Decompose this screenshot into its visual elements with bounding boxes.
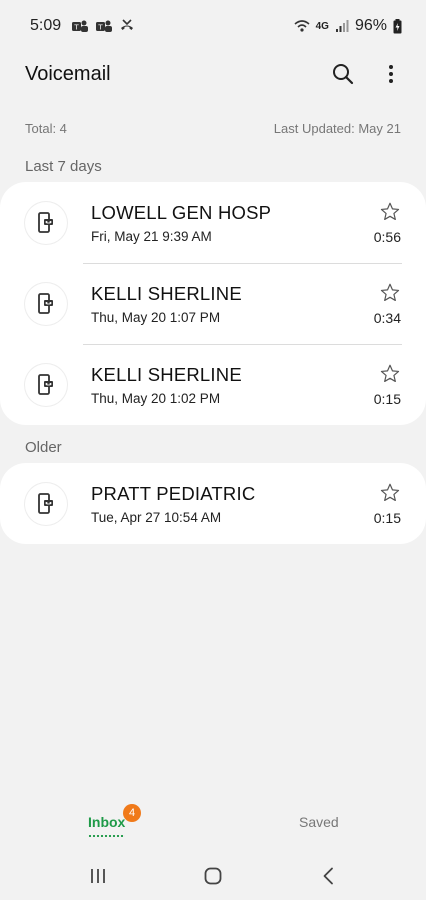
system-nav-bar	[0, 852, 426, 900]
inbox-count-badge: 4	[123, 804, 141, 822]
voicemail-phone-icon	[25, 282, 67, 325]
total-count: Total: 4	[25, 121, 67, 136]
status-bar: 5:09 T T 4G 96%	[0, 0, 426, 52]
star-icon[interactable]	[379, 482, 401, 504]
voicemail-item[interactable]: KELLI SHERLINE Thu, May 20 1:07 PM 0:34	[0, 263, 426, 344]
battery-charging-icon	[393, 18, 402, 34]
last-updated: Last Updated: May 21	[273, 121, 401, 136]
caller-name: KELLI SHERLINE	[91, 282, 242, 304]
svg-text:T: T	[74, 24, 80, 32]
older-voicemail-card: PRATT PEDIATRIC Tue, Apr 27 10:54 AM 0:1…	[0, 463, 426, 544]
bottom-tabs: Inbox Saved	[0, 808, 426, 848]
voicemail-text: LOWELL GEN HOSP Fri, May 21 9:39 AM	[91, 202, 271, 244]
voicemail-item[interactable]: LOWELL GEN HOSP Fri, May 21 9:39 AM 0:56	[0, 182, 426, 263]
signal-icon	[335, 19, 349, 33]
status-right: 4G 96%	[294, 17, 402, 35]
voicemail-duration: 0:34	[373, 309, 401, 326]
voicemail-item[interactable]: PRATT PEDIATRIC Tue, Apr 27 10:54 AM 0:1…	[0, 463, 426, 544]
star-icon[interactable]	[379, 282, 401, 304]
voicemail-meta: 0:15	[374, 363, 401, 407]
voicemail-meta: 0:34	[374, 282, 401, 326]
voicemail-phone-icon	[25, 201, 67, 244]
caller-name: KELLI SHERLINE	[91, 363, 242, 385]
voicemail-duration: 0:56	[373, 228, 401, 245]
voicemail-phone-icon	[25, 363, 67, 406]
tab-saved[interactable]: Saved	[299, 814, 339, 830]
status-left: 5:09 T T	[30, 17, 135, 35]
battery-percent: 96%	[354, 17, 387, 34]
star-icon[interactable]	[379, 363, 401, 385]
search-icon[interactable]	[330, 61, 356, 87]
back-icon[interactable]	[315, 863, 341, 889]
voicemail-meta: 0:15	[374, 482, 401, 526]
teams-icon: T	[95, 19, 113, 33]
network-type-label: 4G	[315, 20, 329, 32]
section-label-older: Older	[25, 439, 62, 456]
caller-name: LOWELL GEN HOSP	[91, 201, 272, 223]
teams-icon: T	[71, 19, 89, 33]
recent-apps-icon[interactable]	[85, 863, 111, 889]
recent-voicemail-card: LOWELL GEN HOSP Fri, May 21 9:39 AM 0:56…	[0, 182, 426, 425]
voicemail-date: Thu, May 20 1:02 PM	[91, 390, 221, 406]
header-actions	[330, 61, 404, 87]
voicemail-date: Tue, Apr 27 10:54 AM	[91, 509, 222, 525]
tab-inbox[interactable]: Inbox	[88, 814, 126, 837]
voicemail-text: KELLI SHERLINE Thu, May 20 1:07 PM	[91, 283, 242, 325]
wifi-calling-icon	[294, 19, 310, 33]
voicemail-meta: 0:56	[374, 201, 401, 245]
voicemail-duration: 0:15	[373, 509, 401, 526]
voicemail-item[interactable]: KELLI SHERLINE Thu, May 20 1:02 PM 0:15	[0, 344, 426, 425]
voicemail-phone-icon	[25, 482, 67, 525]
app-header: Voicemail	[0, 52, 426, 96]
tab-inbox-label: Inbox	[88, 814, 126, 830]
status-time: 5:09	[30, 17, 62, 34]
caller-name: PRATT PEDIATRIC	[91, 482, 256, 504]
tab-inbox-indicator	[88, 835, 126, 837]
more-vert-icon[interactable]	[378, 61, 404, 87]
voicemail-text: PRATT PEDIATRIC Tue, Apr 27 10:54 AM	[91, 483, 255, 525]
section-label-recent: Last 7 days	[25, 158, 102, 175]
voicemail-date: Thu, May 20 1:07 PM	[91, 309, 221, 325]
svg-text:T: T	[98, 24, 104, 32]
page-title: Voicemail	[25, 62, 111, 85]
summary-row: Total: 4 Last Updated: May 21	[0, 121, 426, 136]
voicemail-text: KELLI SHERLINE Thu, May 20 1:02 PM	[91, 364, 242, 406]
home-icon[interactable]	[200, 863, 226, 889]
voicemail-duration: 0:15	[373, 390, 401, 407]
voicemail-date: Fri, May 21 9:39 AM	[91, 228, 212, 244]
star-icon[interactable]	[379, 201, 401, 223]
missed-call-icon	[119, 19, 135, 33]
